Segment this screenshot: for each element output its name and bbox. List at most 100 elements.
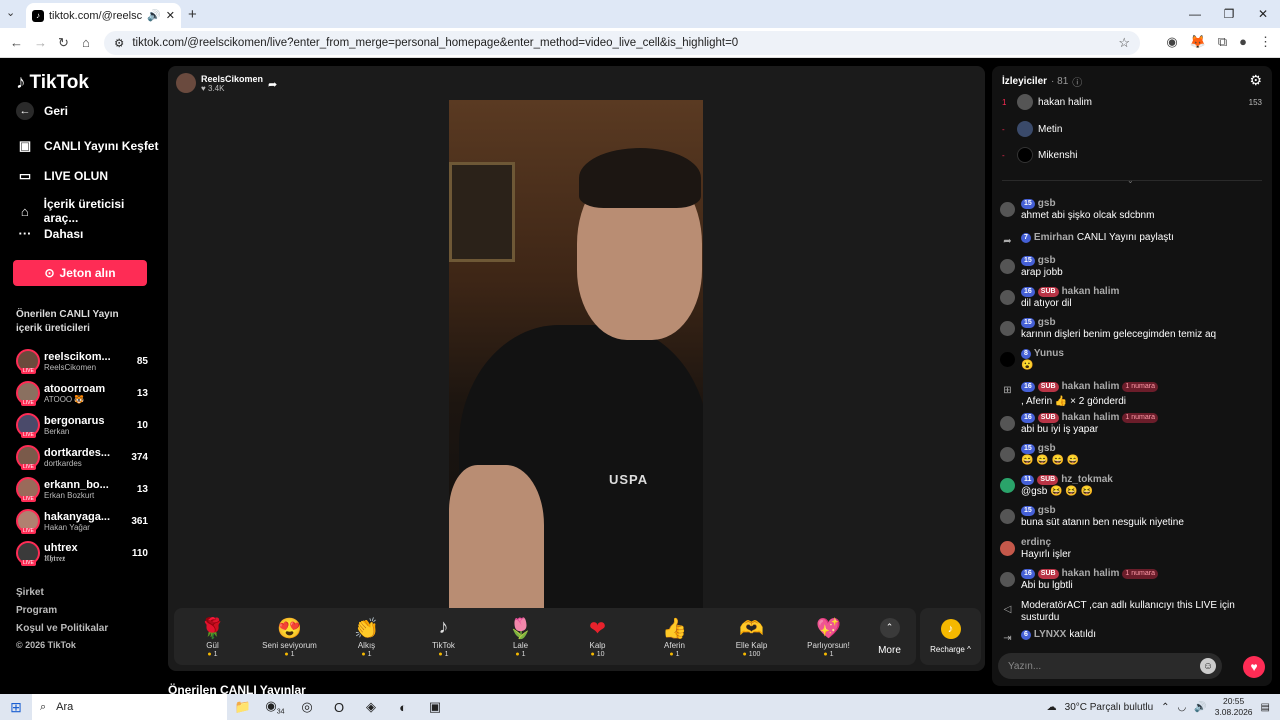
username[interactable]: hakan halim <box>1062 286 1120 298</box>
recharge-button[interactable]: ♪ Recharge ^ <box>920 608 981 665</box>
app-icon[interactable]: ▣ <box>419 699 451 715</box>
tab-audio-icon[interactable]: 🔊 <box>147 9 161 22</box>
nav-more[interactable]: ··· Dahası <box>16 226 84 241</box>
footer-company-link[interactable]: Şirket <box>16 587 44 598</box>
weather-icon[interactable]: ☁ <box>1047 702 1057 713</box>
nav-go-live[interactable]: ▭ LIVE OLUN <box>16 168 108 184</box>
live-video[interactable]: USPA <box>449 100 703 608</box>
chevron-down-icon[interactable]: ⌄ <box>1127 176 1134 185</box>
creator-viewer-count: 13 <box>136 483 148 495</box>
creator-item[interactable]: LIVE erkann_bo... Erkan Bozkurt 13 <box>16 476 148 502</box>
clap-icon: 👏 <box>354 617 379 640</box>
username[interactable]: gsb <box>1038 198 1056 210</box>
extension-fox-icon[interactable]: 🦊 <box>1190 34 1206 50</box>
app-icon[interactable]: ◈ <box>355 699 387 715</box>
new-tab-icon[interactable]: + <box>188 6 197 23</box>
browser-menu-icon[interactable]: ⋮ <box>1259 34 1272 50</box>
gift-item[interactable]: 🌹Gül1 <box>174 616 251 658</box>
level-badge: 7 <box>1021 233 1031 243</box>
gift-item[interactable]: 💖Parlıyorsun!1 <box>790 616 867 658</box>
gift-item[interactable]: ❤Kalp10 <box>559 616 636 658</box>
profile-avatar-icon[interactable]: ● <box>1239 34 1247 50</box>
info-icon[interactable]: ⓘ <box>1072 74 1082 89</box>
whatsapp-icon[interactable]: ◉34 <box>259 698 291 716</box>
footer-program-link[interactable]: Program <box>16 605 57 616</box>
gift-item[interactable]: 🌷Lale1 <box>482 616 559 658</box>
get-coins-button[interactable]: ⊙ Jeton alın <box>13 260 147 286</box>
host-info[interactable]: ReelsCikomen ♥ 3.4K <box>176 73 263 93</box>
tab-search-icon[interactable]: ⌄ <box>6 6 15 19</box>
bookmark-star-icon[interactable]: ☆ <box>1118 35 1130 51</box>
browser-tab[interactable]: ♪ tiktok.com/@reelscikomen 🔊 ✕ <box>26 3 181 28</box>
share-icon[interactable]: ➦ <box>268 78 277 91</box>
username[interactable]: hz_tokmak <box>1061 474 1113 486</box>
username[interactable]: Emirhan <box>1034 232 1074 244</box>
nav-creator-tools[interactable]: ⌂ İçerik üreticisi araç... <box>16 197 160 225</box>
discord-icon[interactable]: ◐ <box>387 700 419 715</box>
username[interactable]: gsb <box>1038 443 1056 455</box>
minimize-icon[interactable]: — <box>1178 0 1212 28</box>
reload-icon[interactable]: ↻ <box>58 35 69 51</box>
chrome-icon[interactable]: ◎ <box>291 699 323 715</box>
tab-close-icon[interactable]: ✕ <box>166 9 175 22</box>
username[interactable]: gsb <box>1038 255 1056 267</box>
username[interactable]: hakan halim <box>1062 381 1120 393</box>
extension-icon[interactable]: ◉ <box>1166 34 1177 50</box>
back-arrow-icon[interactable]: ← <box>10 35 23 50</box>
extensions-puzzle-icon[interactable]: ⧉ <box>1218 34 1227 50</box>
top-viewer[interactable]: - Metin <box>1002 119 1262 139</box>
host-avatar[interactable] <box>176 73 196 93</box>
username[interactable]: gsb <box>1038 505 1056 517</box>
top-viewer[interactable]: 1 hakan halim 153 <box>1002 92 1262 112</box>
creator-item[interactable]: LIVE atooorroam ATOOO 🐯 13 <box>16 380 148 406</box>
creator-item[interactable]: LIVE hakanyaga... Hakan Yağar 361 <box>16 508 148 534</box>
gift-name: Elle Kalp <box>735 640 768 650</box>
clock[interactable]: 20:55 3.08.2026 <box>1215 696 1253 718</box>
gift-item[interactable]: 😍Seni seviyorum1 <box>251 616 328 658</box>
site-info-icon[interactable]: ⚙ <box>114 36 124 50</box>
chat-input[interactable]: Yazın... ☺ <box>998 653 1222 679</box>
gift-item[interactable]: 🫶Elle Kalp100 <box>713 616 790 658</box>
creator-item[interactable]: LIVE dortkardes... dortkardes 374 <box>16 444 148 470</box>
creator-item[interactable]: LIVE bergonarus Berkan 10 <box>16 412 148 438</box>
file-explorer-icon[interactable]: 📁 <box>227 699 259 715</box>
address-bar[interactable]: ⚙ tiktok.com/@reelscikomen/live?enter_fr… <box>104 31 1140 55</box>
gift-item[interactable]: 👏Alkış1 <box>328 616 405 658</box>
creator-item[interactable]: LIVE reelscikom... ReelsCikomen 85 <box>16 348 148 374</box>
gift-item[interactable]: 👍Aferin1 <box>636 616 713 658</box>
restore-icon[interactable]: ❐ <box>1212 0 1246 28</box>
footer-terms-link[interactable]: Koşul ve Politikalar <box>16 623 108 634</box>
nav-explore-live[interactable]: ▣ CANLI Yayını Keşfet <box>16 138 159 154</box>
back-link[interactable]: ← Geri <box>16 102 68 120</box>
volume-icon[interactable]: 🔊 <box>1194 702 1206 713</box>
opera-icon[interactable]: O <box>323 700 355 715</box>
gift-bar: 🌹Gül1 😍Seni seviyorum1 👏Alkış1 ♪TikTok1 … <box>174 608 916 665</box>
windows-start-icon[interactable]: ⊞ <box>0 699 32 716</box>
username[interactable]: LYNXX <box>1034 629 1066 641</box>
like-heart-button[interactable]: ♥ <box>1243 656 1265 678</box>
tiktok-logo[interactable]: ♪ TikTok <box>16 72 89 94</box>
username[interactable]: hakan halim <box>1062 412 1120 424</box>
gift-price: 1 <box>284 651 295 658</box>
moderator-name[interactable]: ModeratörACT ,can <box>1021 600 1108 611</box>
close-window-icon[interactable]: ✕ <box>1246 0 1280 28</box>
wifi-icon[interactable]: ◡ <box>1178 702 1187 713</box>
tray-up-icon[interactable]: ⌃ <box>1161 702 1169 713</box>
username[interactable]: hakan halim <box>1062 568 1120 580</box>
chat-settings-icon[interactable]: ⚙ <box>1249 72 1262 89</box>
taskbar-search[interactable]: ⌕ Ara <box>32 694 227 720</box>
more-gifts-button[interactable]: ⌃ More <box>867 617 912 656</box>
weather-text[interactable]: 30°C Parçalı bulutlu <box>1065 702 1154 713</box>
viewers-header[interactable]: İzleyiciler · 81 ⓘ <box>1002 74 1082 89</box>
username[interactable]: gsb <box>1038 317 1056 329</box>
emoji-icon[interactable]: ☺ <box>1200 658 1216 674</box>
gift-item[interactable]: ♪ TikTok1 <box>405 616 482 658</box>
user-avatar <box>1000 202 1015 217</box>
creator-item[interactable]: LIVE uhtrex 𝖀𝖍𝖙𝖗𝖊𝖝 110 <box>16 540 148 566</box>
username[interactable]: Yunus <box>1034 348 1064 360</box>
notification-icon[interactable]: ▤ <box>1261 702 1270 713</box>
username[interactable]: erdinç <box>1021 537 1051 549</box>
top-viewer[interactable]: - Mikenshi <box>1002 145 1262 165</box>
home-icon[interactable]: ⌂ <box>82 35 90 50</box>
forward-arrow-icon[interactable]: → <box>34 35 47 50</box>
